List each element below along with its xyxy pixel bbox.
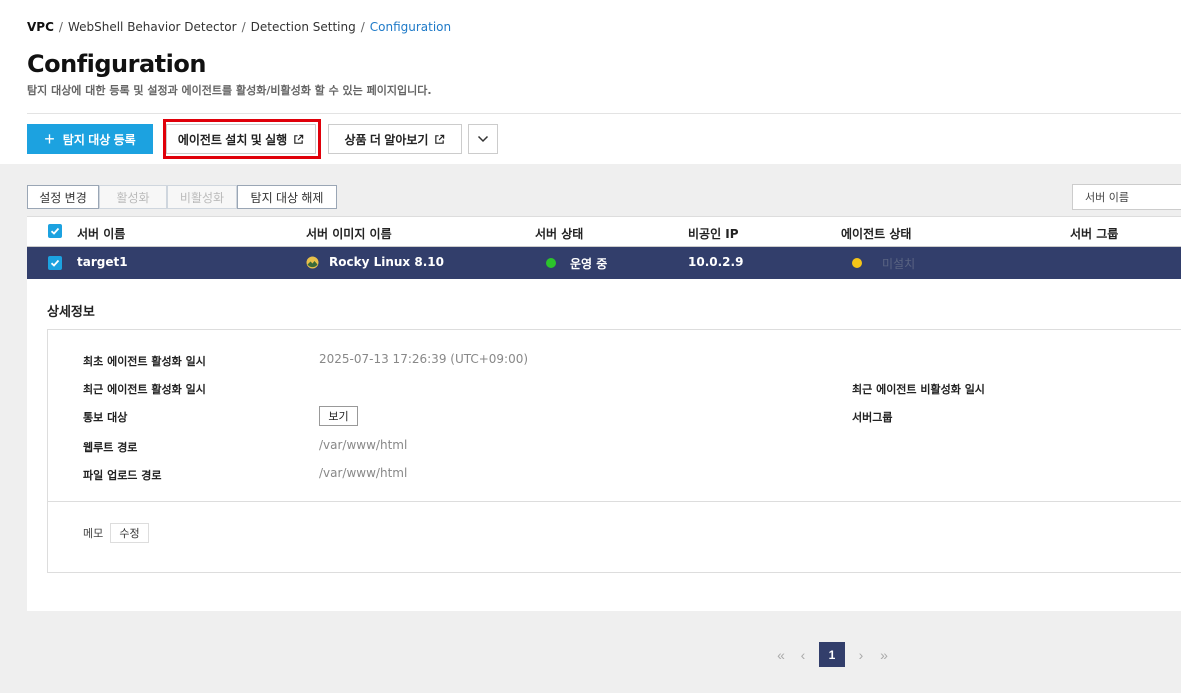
header-divider xyxy=(27,113,1181,114)
column-header-private-ip[interactable]: 비공인 IP xyxy=(688,225,739,242)
private-ip-cell: 10.0.2.9 xyxy=(688,255,744,269)
upload-path-value: /var/www/html xyxy=(319,466,408,480)
pagination-first-button[interactable]: « xyxy=(772,643,790,667)
column-header-server-group[interactable]: 서버 그룹 xyxy=(1070,225,1118,242)
pagination-last-button[interactable]: » xyxy=(875,643,893,667)
highlight-box xyxy=(163,119,321,159)
register-target-button[interactable]: + 탐지 대상 등록 xyxy=(27,124,153,154)
pagination-next-button[interactable]: › xyxy=(854,643,868,667)
activate-button[interactable]: 활성화 xyxy=(99,185,167,209)
memo-label: 메모 xyxy=(83,527,104,540)
memo-edit-button[interactable]: 수정 xyxy=(110,523,149,543)
release-target-button[interactable]: 탐지 대상 해제 xyxy=(237,185,337,209)
recent-activation-label: 최근 에이전트 활성화 일시 xyxy=(83,383,206,396)
first-activation-label: 최초 에이전트 활성화 일시 xyxy=(83,355,206,368)
image-name-cell: Rocky Linux 8.10 xyxy=(329,255,444,269)
table-header: 서버 이름 서버 이미지 이름 서버 상태 비공인 IP 에이전트 상태 서버 … xyxy=(27,216,1181,247)
notify-target-label: 통보 대상 xyxy=(83,411,128,424)
select-all-checkbox[interactable] xyxy=(48,224,62,238)
breadcrumb-separator: / xyxy=(241,20,246,34)
learn-more-label: 상품 더 알아보기 xyxy=(344,132,429,147)
more-dropdown-button[interactable] xyxy=(468,124,498,154)
deactivate-button[interactable]: 비활성화 xyxy=(167,185,237,209)
pagination-prev-button[interactable]: ‹ xyxy=(796,643,810,667)
register-target-label: 탐지 대상 등록 xyxy=(62,132,136,147)
page-description: 탐지 대상에 대한 등록 및 설정과 에이전트를 활성화/비활성화 할 수 있는… xyxy=(27,84,432,97)
server-name-cell: target1 xyxy=(77,255,128,269)
check-icon xyxy=(50,259,60,267)
breadcrumb-vpc[interactable]: VPC xyxy=(27,20,54,34)
webroot-value: /var/www/html xyxy=(319,438,408,452)
detail-title: 상세정보 xyxy=(47,305,95,320)
page-header: VPC / WebShell Behavior Detector / Detection… xyxy=(0,0,1181,164)
first-activation-value: 2025-07-13 17:26:39 (UTC+09:00) xyxy=(319,352,529,366)
webroot-label: 웹루트 경로 xyxy=(83,441,138,454)
agent-status-dot xyxy=(852,258,862,268)
external-link-icon xyxy=(435,134,445,144)
agent-status-cell: 미설치 xyxy=(882,257,916,271)
breadcrumb-separator: / xyxy=(58,20,63,34)
server-status-dot xyxy=(546,258,556,268)
breadcrumb: VPC / WebShell Behavior Detector / Detection… xyxy=(27,20,451,34)
column-header-server-name[interactable]: 서버 이름 xyxy=(77,225,125,242)
column-header-agent-status[interactable]: 에이전트 상태 xyxy=(841,225,911,242)
upload-path-label: 파일 업로드 경로 xyxy=(83,469,162,482)
column-header-image-name[interactable]: 서버 이미지 이름 xyxy=(306,225,392,242)
detail-box: 최초 에이전트 활성화 일시 2025-07-13 17:26:39 (UTC+… xyxy=(47,329,1181,573)
search-filter-label: 서버 이름 xyxy=(1085,191,1129,204)
row-checkbox[interactable] xyxy=(48,256,62,270)
plus-icon: + xyxy=(44,129,55,149)
breadcrumb-separator: / xyxy=(360,20,365,34)
server-group-label: 서버그룹 xyxy=(852,411,893,424)
detail-panel: 상세정보 최초 에이전트 활성화 일시 2025-07-13 17:26:39 … xyxy=(27,279,1181,611)
breadcrumb-configuration: Configuration xyxy=(369,20,452,34)
table-row[interactable]: target1 Rocky Linux 8.10 운영 중 10.0.2.9 미… xyxy=(27,247,1181,279)
detail-divider xyxy=(48,501,1181,502)
rocky-linux-icon xyxy=(306,256,319,269)
breadcrumb-webshell[interactable]: WebShell Behavior Detector xyxy=(68,20,237,34)
column-header-server-status[interactable]: 서버 상태 xyxy=(535,225,583,242)
chevron-down-icon xyxy=(477,135,489,143)
breadcrumb-detection-setting[interactable]: Detection Setting xyxy=(251,20,356,34)
learn-more-button[interactable]: 상품 더 알아보기 xyxy=(328,124,462,154)
search-filter-select[interactable]: 서버 이름 xyxy=(1072,184,1181,210)
pagination-current-page[interactable]: 1 xyxy=(819,642,845,667)
recent-deactivation-label: 최근 에이전트 비활성화 일시 xyxy=(852,383,985,396)
check-icon xyxy=(50,227,60,235)
server-status-cell: 운영 중 xyxy=(570,257,608,271)
page-title: Configuration xyxy=(27,50,206,78)
notify-view-button[interactable]: 보기 xyxy=(319,406,358,426)
change-settings-button[interactable]: 설정 변경 xyxy=(27,185,99,209)
